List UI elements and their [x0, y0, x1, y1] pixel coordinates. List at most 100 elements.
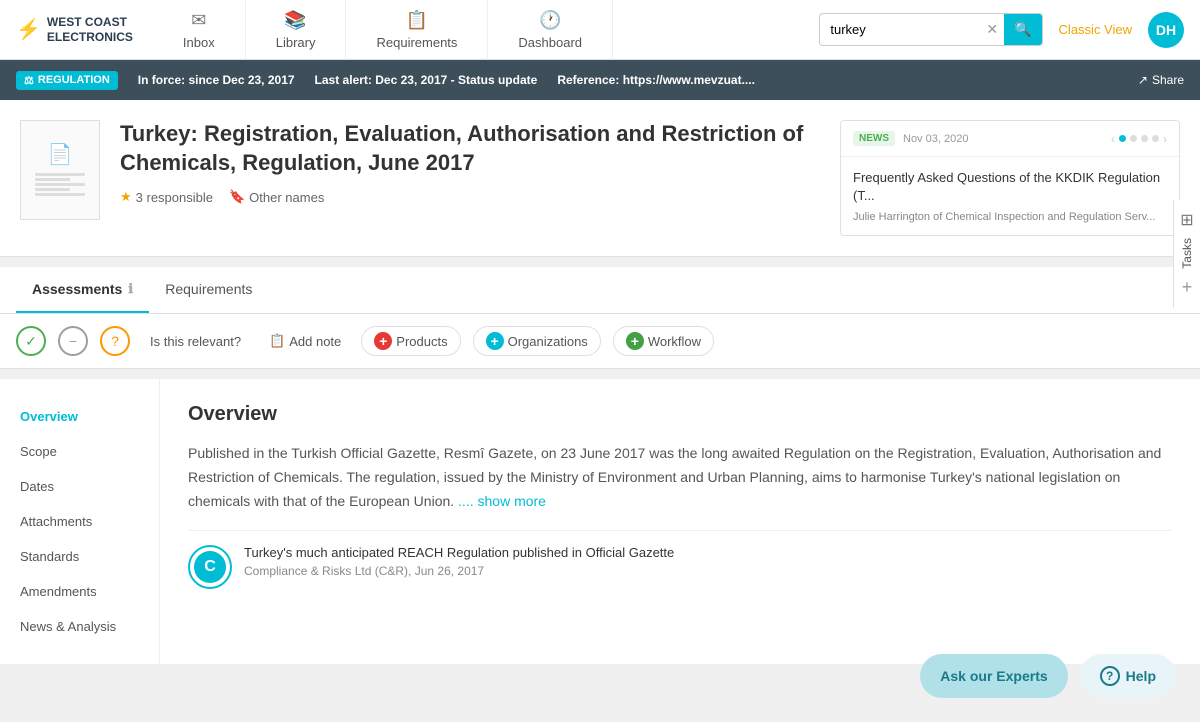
overview-text: Published in the Turkish Official Gazett…	[188, 442, 1172, 513]
bottom-buttons: Ask our Experts ? Help	[920, 654, 1176, 698]
search-box: ✕ 🔍	[819, 13, 1042, 46]
workflow-button[interactable]: + Workflow	[613, 326, 714, 356]
in-force-value: since Dec 23, 2017	[188, 73, 294, 87]
news-panel-header: NEWS Nov 03, 2020 ‹ ›	[841, 121, 1179, 157]
tab-info-icon: ℹ	[128, 281, 133, 297]
regulation-icon: ⚖	[24, 74, 34, 87]
thumb-line-2	[35, 178, 70, 181]
sidebar-attachments-label: Attachments	[20, 514, 92, 529]
sidebar-item-attachments[interactable]: Attachments	[0, 504, 159, 539]
nav-item-requirements[interactable]: 📋 Requirements	[346, 0, 488, 60]
other-names-item[interactable]: 🔖 Other names	[229, 189, 324, 205]
avatar-initials: DH	[1156, 22, 1176, 38]
assess-check-button[interactable]: ✓	[16, 326, 46, 356]
sidebar-item-amendments[interactable]: Amendments	[0, 574, 159, 609]
sidebar-standards-label: Standards	[20, 549, 79, 564]
help-button[interactable]: ? Help	[1080, 654, 1176, 698]
nav-label-inbox: Inbox	[183, 35, 215, 50]
help-label: Help	[1126, 668, 1156, 684]
sidebar-nav: Overview Scope Dates Attachments Standar…	[0, 379, 160, 664]
share-label: Share	[1152, 73, 1184, 87]
news-title[interactable]: Frequently Asked Questions of the KKDIK …	[853, 169, 1167, 205]
sidebar-item-dates[interactable]: Dates	[0, 469, 159, 504]
sidebar-scope-label: Scope	[20, 444, 57, 459]
reference-label: Reference:	[557, 73, 619, 87]
news-dot-3	[1141, 135, 1148, 142]
nav-item-dashboard[interactable]: 🕐 Dashboard	[488, 0, 613, 60]
sidebar-item-news-analysis[interactable]: News & Analysis	[0, 609, 159, 644]
overview-content: Overview Published in the Turkish Offici…	[160, 379, 1200, 664]
avatar[interactable]: DH	[1148, 12, 1184, 48]
overview-text-content: Published in the Turkish Official Gazett…	[188, 445, 1161, 509]
library-icon: 📚	[284, 10, 306, 31]
tasks-add-button[interactable]: +	[1182, 277, 1193, 298]
document-thumbnail[interactable]: 📄	[20, 120, 100, 220]
nav-item-inbox[interactable]: ✉ Inbox	[153, 0, 246, 60]
last-alert-value: Dec 23, 2017 - Status update	[375, 73, 537, 87]
relevant-label: Is this relevant?	[150, 334, 241, 349]
tab-actions: ✓ − ? Is this relevant? 📋 Add note + Pro…	[0, 314, 1200, 368]
organizations-plus-icon: +	[486, 332, 504, 350]
assess-minus-button[interactable]: −	[58, 326, 88, 356]
news-nav: ‹ ›	[1111, 132, 1167, 146]
inbox-icon: ✉	[191, 10, 206, 31]
add-note-label: Add note	[289, 334, 341, 349]
document-meta: ★ 3 responsible 🔖 Other names	[120, 189, 820, 205]
document-title: Turkey: Registration, Evaluation, Author…	[120, 120, 820, 177]
document-thumb-icon: 📄	[48, 142, 73, 167]
assess-question-button[interactable]: ?	[100, 326, 130, 356]
search-input[interactable]	[820, 16, 980, 43]
share-icon: ↗	[1138, 73, 1148, 87]
news-next-button[interactable]: ›	[1163, 132, 1167, 146]
last-alert-label: Last alert:	[315, 73, 372, 87]
tab-assessments-label: Assessments	[32, 281, 122, 297]
tasks-label[interactable]: Tasks	[1180, 238, 1194, 269]
sidebar-amendments-label: Amendments	[20, 584, 97, 599]
thumb-line-5	[35, 193, 85, 196]
star-icon: ★	[120, 189, 132, 205]
news-badge: NEWS	[853, 131, 895, 146]
search-clear-button[interactable]: ✕	[980, 21, 1004, 38]
responsible-item[interactable]: ★ 3 responsible	[120, 189, 213, 205]
logo-icon: ⚡	[16, 17, 41, 42]
overview-title: Overview	[188, 403, 1172, 426]
sidebar-news-label: News & Analysis	[20, 619, 116, 634]
other-names-label: Other names	[249, 190, 324, 205]
tab-requirements[interactable]: Requirements	[149, 267, 268, 313]
logo-text: WEST COASTELECTRONICS	[47, 15, 133, 44]
news-date: Nov 03, 2020	[903, 133, 1111, 145]
products-label: Products	[396, 334, 447, 349]
show-more-link[interactable]: .... show more	[458, 493, 546, 509]
organizations-button[interactable]: + Organizations	[473, 326, 601, 356]
sidebar-item-overview[interactable]: Overview	[0, 399, 159, 434]
logo[interactable]: ⚡ WEST COASTELECTRONICS	[16, 15, 133, 44]
nav-label-library: Library	[276, 35, 316, 50]
products-button[interactable]: + Products	[361, 326, 460, 356]
in-force-text: In force: since Dec 23, 2017	[138, 73, 295, 87]
add-note-button[interactable]: 📋 Add note	[261, 329, 349, 353]
sidebar-dates-label: Dates	[20, 479, 54, 494]
news-dot-4	[1152, 135, 1159, 142]
top-nav: ⚡ WEST COASTELECTRONICS ✉ Inbox 📚 Librar…	[0, 0, 1200, 60]
share-button[interactable]: ↗ Share	[1138, 73, 1184, 87]
nav-search: ✕ 🔍 Classic View DH	[819, 12, 1184, 48]
sidebar-item-scope[interactable]: Scope	[0, 434, 159, 469]
news-prev-button[interactable]: ‹	[1111, 132, 1115, 146]
news-analysis-title[interactable]: Turkey's much anticipated REACH Regulati…	[244, 545, 1172, 560]
news-analysis-logo-inner: C	[194, 551, 226, 583]
classic-view-link[interactable]: Classic View	[1059, 22, 1132, 37]
thumb-line-4	[35, 188, 70, 191]
news-analysis-logo-letter: C	[204, 558, 216, 576]
in-force-label: In force:	[138, 73, 185, 87]
sidebar-item-standards[interactable]: Standards	[0, 539, 159, 574]
reference-text: Reference: https://www.mevzuat....	[557, 73, 755, 87]
bookmark-icon: 🔖	[229, 189, 245, 205]
workflow-label: Workflow	[648, 334, 701, 349]
news-analysis-logo: C	[188, 545, 232, 589]
reference-value[interactable]: https://www.mevzuat....	[623, 73, 755, 87]
search-submit-button[interactable]: 🔍	[1004, 14, 1041, 45]
ask-experts-button[interactable]: Ask our Experts	[920, 654, 1067, 698]
nav-item-library[interactable]: 📚 Library	[246, 0, 347, 60]
tab-assessments[interactable]: Assessments ℹ	[16, 267, 149, 313]
news-analysis-source: Compliance & Risks Ltd (C&R), Jun 26, 20…	[244, 564, 1172, 578]
